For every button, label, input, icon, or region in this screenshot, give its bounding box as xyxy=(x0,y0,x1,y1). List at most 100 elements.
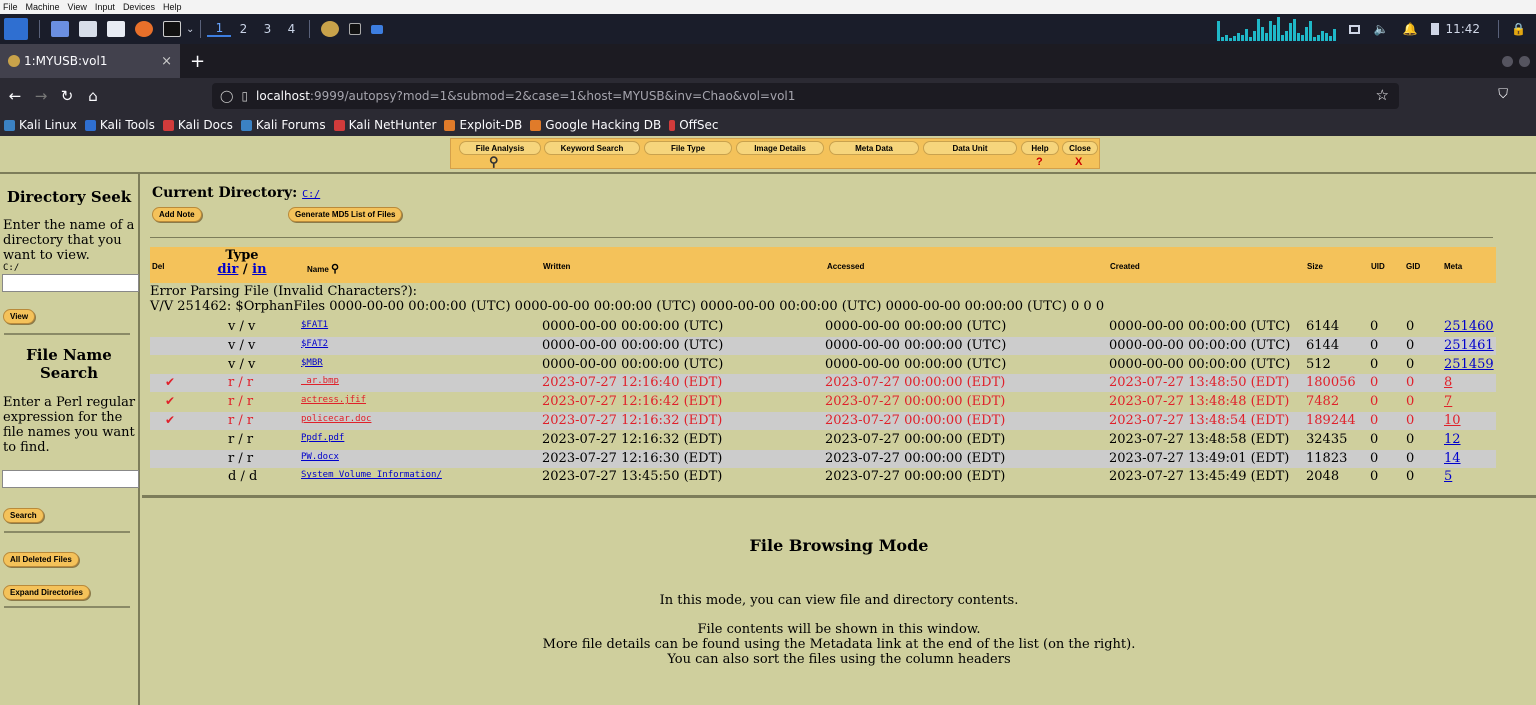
lock-icon[interactable]: 🔒 xyxy=(1511,22,1526,36)
google-hacking-db-icon xyxy=(530,119,542,131)
maximize-icon[interactable] xyxy=(1519,56,1530,67)
header-type-dir-link[interactable]: dir xyxy=(217,262,238,277)
vm-menu-view[interactable]: View xyxy=(65,2,92,12)
file-search-text: Enter a Perl regular expression for the … xyxy=(3,395,136,455)
tab-keyword-search[interactable]: Keyword Search xyxy=(544,141,640,155)
generate-md5-button[interactable]: Generate MD5 List of Files xyxy=(288,207,403,222)
display-icon[interactable] xyxy=(1348,24,1360,34)
pocket-icon[interactable]: ⛉ xyxy=(1498,87,1508,102)
current-directory: Current Directory: C:/ xyxy=(152,185,320,201)
vm-menu-input[interactable]: Input xyxy=(92,2,120,12)
tab-file-type[interactable]: File Type xyxy=(644,141,732,155)
tab-image-details[interactable]: Image Details xyxy=(736,141,824,155)
file-name-search-input[interactable] xyxy=(2,470,139,488)
minimize-icon[interactable] xyxy=(1502,56,1513,67)
volume-icon[interactable]: 🔈 xyxy=(1374,22,1389,36)
cell-meta[interactable]: 251460 xyxy=(1444,319,1494,334)
clock[interactable]: 11:42 xyxy=(1445,22,1480,36)
view-button[interactable]: View xyxy=(3,309,36,324)
table-row: ✔ r / r actress.jfif 2023-07-27 12:16:42 (E… xyxy=(150,393,1496,411)
bookmark-kali-nethunter[interactable]: Kali NetHunter xyxy=(333,118,436,132)
autopsy-app-icon[interactable] xyxy=(321,21,340,37)
all-deleted-files-button[interactable]: All Deleted Files xyxy=(3,552,79,567)
header-name[interactable]: Name ⚲ xyxy=(307,262,339,275)
home-icon[interactable]: ⌂ xyxy=(82,87,104,105)
header-uid[interactable]: UID xyxy=(1371,262,1385,271)
bookmark-kali-linux[interactable]: Kali Linux xyxy=(4,118,77,132)
cell-meta[interactable]: 251461 xyxy=(1444,338,1494,353)
tab-help[interactable]: Help xyxy=(1021,141,1059,155)
cell-name[interactable]: PW.docx xyxy=(301,452,339,462)
cell-meta[interactable]: 8 xyxy=(1444,375,1452,390)
vm-menu-file[interactable]: File xyxy=(0,2,23,12)
cell-meta[interactable]: 10 xyxy=(1444,413,1461,428)
cell-meta[interactable]: 12 xyxy=(1444,432,1461,447)
bookmark-offsec[interactable]: OffSec xyxy=(669,118,719,132)
bookmark-kali-tools[interactable]: Kali Tools xyxy=(84,118,155,132)
current-dir-link[interactable]: C:/ xyxy=(302,189,320,200)
header-meta[interactable]: Meta xyxy=(1444,262,1462,271)
header-accessed[interactable]: Accessed xyxy=(827,262,864,271)
battery-icon[interactable] xyxy=(1431,23,1440,35)
cell-name[interactable]: policecar.doc xyxy=(301,414,371,424)
cell-name[interactable]: $FAT2 xyxy=(301,339,328,349)
help-question-icon[interactable]: ? xyxy=(1036,156,1043,168)
cell-name[interactable]: System Volume Information/ xyxy=(301,470,442,480)
tab-close-icon[interactable]: × xyxy=(161,54,172,69)
directory-input[interactable] xyxy=(2,274,139,292)
cell-created: 2023-07-27 13:48:54 (EDT) xyxy=(1109,413,1290,428)
header-type-in-link[interactable]: in xyxy=(252,262,266,277)
bookmark-kali-docs[interactable]: Kali Docs xyxy=(162,118,233,132)
bookmark-star-icon[interactable]: ☆ xyxy=(1376,86,1389,104)
workspace-3[interactable]: 3 xyxy=(255,22,279,36)
bookmark-exploit-db[interactable]: Exploit-DB xyxy=(444,118,522,132)
browser-tab-active[interactable]: 1:MYUSB:vol1 × xyxy=(0,44,180,78)
workspace-4[interactable]: 4 xyxy=(279,22,303,36)
header-created[interactable]: Created xyxy=(1110,262,1140,271)
cell-name[interactable]: $FAT1 xyxy=(301,320,328,330)
shield-icon[interactable]: ◯ xyxy=(220,89,233,103)
vm-menu-help[interactable]: Help xyxy=(160,2,187,12)
bookmark-google-hacking-db[interactable]: Google Hacking DB xyxy=(530,118,661,132)
cell-meta[interactable]: 251459 xyxy=(1444,357,1494,372)
terminal-icon[interactable] xyxy=(163,21,181,37)
url-bar[interactable]: ◯ ▯ localhost :9999/autopsy?mod=1&submod… xyxy=(212,83,1399,109)
forward-icon[interactable]: → xyxy=(30,87,52,105)
header-size[interactable]: Size xyxy=(1307,262,1323,271)
vm-menu-machine[interactable]: Machine xyxy=(23,2,65,12)
firefox-icon[interactable] xyxy=(135,21,153,37)
header-gid[interactable]: GID xyxy=(1406,262,1420,271)
cell-name[interactable]: $MBR xyxy=(301,358,323,368)
tab-meta-data[interactable]: Meta Data xyxy=(829,141,919,155)
search-button[interactable]: Search xyxy=(3,508,44,523)
file-manager-icon[interactable] xyxy=(79,21,97,37)
close-x-icon[interactable]: X xyxy=(1075,156,1082,168)
cell-meta[interactable]: 14 xyxy=(1444,451,1461,466)
cell-meta[interactable]: 5 xyxy=(1444,469,1452,484)
cell-name[interactable]: _ar.bmp xyxy=(301,376,339,386)
folder-window-icon[interactable] xyxy=(371,24,384,34)
expand-directories-button[interactable]: Expand Directories xyxy=(3,585,90,600)
cell-name[interactable]: actress.jfif xyxy=(301,395,366,405)
vm-menu-devices[interactable]: Devices xyxy=(120,2,160,12)
terminal-window-icon[interactable] xyxy=(349,23,362,35)
cell-name[interactable]: Ppdf.pdf xyxy=(301,433,344,443)
text-editor-icon[interactable] xyxy=(107,21,125,37)
header-del[interactable]: Del xyxy=(152,262,164,271)
kali-menu-icon[interactable] xyxy=(4,18,28,40)
tab-file-analysis[interactable]: File Analysis xyxy=(459,141,541,155)
cell-meta[interactable]: 7 xyxy=(1444,394,1452,409)
bookmark-kali-forums[interactable]: Kali Forums xyxy=(240,118,326,132)
tab-data-unit[interactable]: Data Unit xyxy=(923,141,1017,155)
add-note-button[interactable]: Add Note xyxy=(152,207,202,222)
desktop-icon[interactable] xyxy=(51,21,69,37)
workspace-1[interactable]: 1 xyxy=(207,21,232,37)
tab-close[interactable]: Close xyxy=(1062,141,1098,155)
header-written[interactable]: Written xyxy=(543,262,570,271)
chevron-down-icon[interactable]: ⌄ xyxy=(186,24,194,35)
back-icon[interactable]: ← xyxy=(4,87,26,105)
workspace-2[interactable]: 2 xyxy=(231,22,255,36)
reload-icon[interactable]: ↻ xyxy=(56,87,78,105)
new-tab-button[interactable]: + xyxy=(190,51,205,72)
notification-bell-icon[interactable]: 🔔 xyxy=(1403,22,1418,36)
